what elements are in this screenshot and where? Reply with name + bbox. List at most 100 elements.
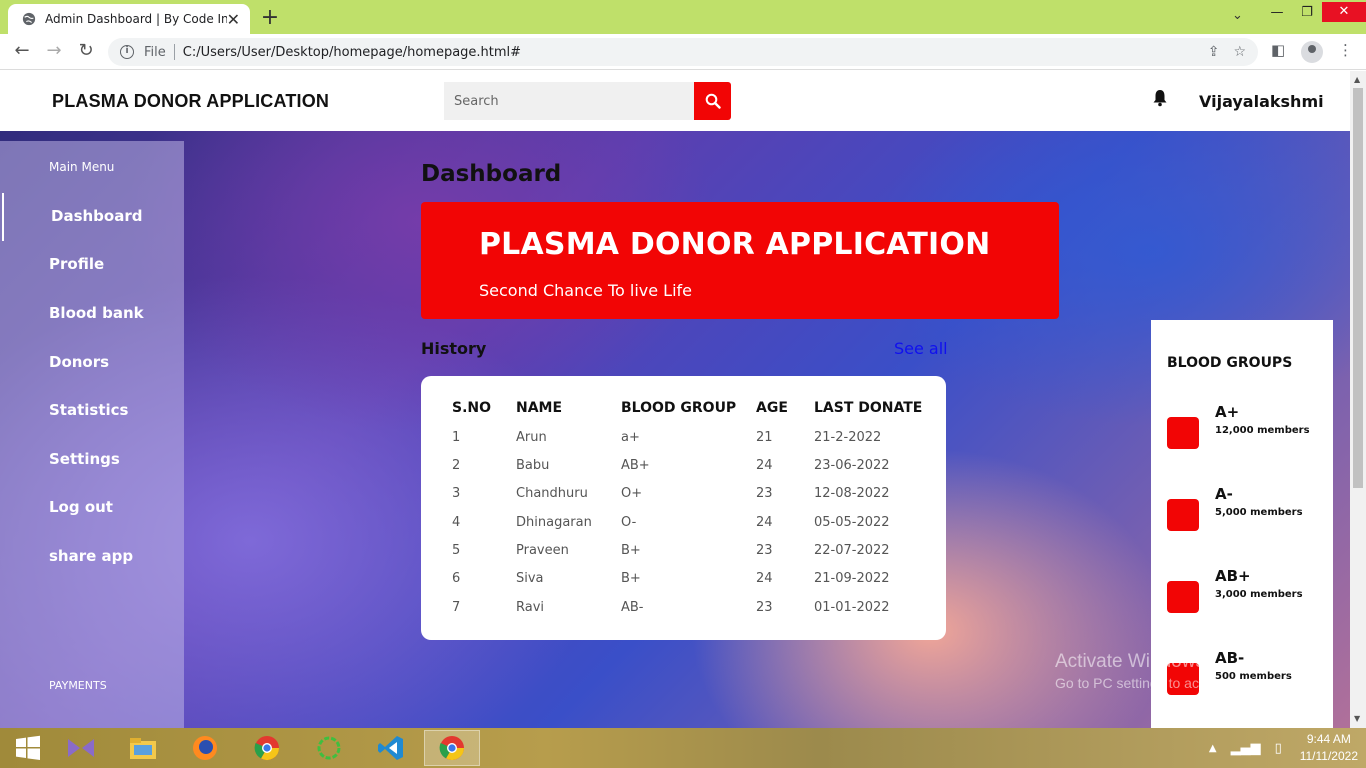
blood-group-name: A+ (1215, 403, 1240, 421)
visual-studio-icon[interactable] (53, 730, 109, 766)
hero-subtitle: Second Chance To live Life (479, 281, 693, 300)
sidebar-item-log-out[interactable]: Log out (49, 498, 113, 516)
close-window-icon[interactable]: ✕ (1322, 2, 1366, 22)
cell-name: Siva (516, 571, 544, 586)
blood-group-item[interactable]: AB+ 3,000 members (1167, 567, 1327, 617)
tab-search-chevron-icon[interactable]: ⌄ (1232, 8, 1243, 23)
new-tab-button[interactable]: + (258, 5, 282, 30)
sidebar-item-dashboard[interactable]: Dashboard (51, 207, 142, 225)
scrollbar-thumb[interactable] (1353, 88, 1363, 488)
taskbar-clock[interactable]: 9:44 AM 11/11/2022 (1300, 731, 1358, 765)
cell-sno: 3 (452, 486, 461, 501)
back-arrow-icon[interactable]: ← (10, 40, 34, 61)
column-header-name: NAME (516, 400, 563, 416)
cell-sno: 1 (452, 430, 461, 445)
restore-icon[interactable]: ❐ (1292, 5, 1322, 20)
url-text[interactable]: C:/Users/User/Desktop/homepage/homepage.… (183, 45, 521, 60)
cell-age: 23 (756, 543, 773, 558)
sidebar-item-donors[interactable]: Donors (49, 353, 109, 371)
side-panel-icon[interactable]: ◧ (1271, 41, 1285, 59)
sidebar-item-settings[interactable]: Settings (49, 450, 120, 468)
cell-last-donate: 01-01-2022 (814, 600, 890, 615)
signal-icon[interactable]: ▂▄▆ (1231, 741, 1261, 756)
scheme-label: File (144, 44, 166, 60)
table-row: 5 Praveen B+ 23 22-07-2022 (421, 543, 946, 571)
cell-last-donate: 05-05-2022 (814, 515, 890, 530)
profile-avatar-icon[interactable] (1301, 41, 1323, 63)
forward-arrow-icon[interactable]: → (42, 40, 66, 61)
sidebar-item-profile[interactable]: Profile (49, 255, 104, 273)
cell-age: 21 (756, 430, 773, 445)
sidebar-item-share-app[interactable]: share app (49, 547, 133, 565)
chrome-active-taskbar-icon[interactable] (424, 730, 480, 766)
ring-glyph (317, 736, 341, 760)
loader-app-icon[interactable] (301, 730, 357, 766)
scroll-down-arrow-icon[interactable]: ▼ (1354, 714, 1360, 723)
cell-name: Ravi (516, 600, 545, 615)
scroll-up-arrow-icon[interactable]: ▲ (1354, 75, 1360, 84)
watermark-line-1: Activate Windows (1055, 651, 1205, 672)
column-header-last-donate: LAST DONATE (814, 400, 923, 416)
username[interactable]: Vijayalakshmi (1199, 92, 1324, 111)
sidebar-item-statistics[interactable]: Statistics (49, 401, 128, 419)
blood-group-item[interactable]: A+ 12,000 members (1167, 403, 1327, 453)
cell-blood-group: a+ (621, 430, 640, 445)
cell-name: Praveen (516, 543, 569, 558)
minimize-icon[interactable]: — (1262, 5, 1292, 20)
blood-group-swatch (1167, 581, 1199, 613)
cell-blood-group: B+ (621, 571, 641, 586)
cell-name: Babu (516, 458, 550, 473)
kebab-menu-icon[interactable]: ⋮ (1338, 41, 1353, 59)
history-table: S.NO NAME BLOOD GROUP AGE LAST DONATE 1 A… (421, 376, 946, 640)
cell-name: Chandhuru (516, 486, 588, 501)
see-all-link[interactable]: See all (894, 339, 948, 358)
cell-sno: 4 (452, 515, 461, 530)
clock-date: 11/11/2022 (1299, 749, 1358, 763)
chrome-taskbar-icon[interactable] (239, 730, 295, 766)
sidebar-footer-payments[interactable]: PAYMENTS (49, 679, 107, 692)
blood-group-item[interactable]: A- 5,000 members (1167, 485, 1327, 535)
omnibox-divider (173, 44, 175, 60)
share-icon[interactable]: ⇪ (1208, 44, 1220, 60)
system-tray: ▲ ▂▄▆ ▯ 9:44 AM 11/11/2022 (1209, 728, 1366, 768)
bell-icon[interactable] (1152, 89, 1168, 107)
cell-blood-group: AB- (621, 600, 644, 615)
folder-glyph (130, 738, 156, 759)
watermark-line-2: Go to PC settings to activate Windows. (1055, 675, 1297, 691)
windows-start-icon[interactable] (0, 730, 56, 766)
file-explorer-icon[interactable] (115, 730, 171, 766)
reload-icon[interactable]: ↻ (74, 40, 98, 61)
search-input[interactable] (444, 82, 694, 120)
close-tab-icon[interactable]: ✕ (227, 10, 240, 29)
search-button[interactable] (694, 82, 731, 120)
page-scrollbar[interactable]: ▲ ▼ (1350, 71, 1366, 728)
firefox-icon[interactable] (177, 730, 233, 766)
omnibox[interactable]: i File C:/Users/User/Desktop/homepage/ho… (108, 38, 1258, 66)
vscode-icon[interactable] (363, 730, 419, 766)
tray-overflow-icon[interactable]: ▲ (1209, 743, 1217, 754)
blood-group-name: AB+ (1215, 567, 1251, 585)
cell-blood-group: O- (621, 515, 637, 530)
blood-group-count: 5,000 members (1215, 507, 1303, 518)
battery-icon[interactable]: ▯ (1275, 741, 1282, 756)
omnibox-actions: ⇪ ☆ (1208, 44, 1246, 60)
blood-group-count: 12,000 members (1215, 425, 1310, 436)
page-title: Dashboard (421, 161, 562, 187)
clock-time: 9:44 AM (1306, 732, 1351, 746)
windows-logo-icon (16, 735, 40, 760)
cell-last-donate: 22-07-2022 (814, 543, 890, 558)
cell-last-donate: 21-09-2022 (814, 571, 890, 586)
cell-age: 23 (756, 486, 773, 501)
sidebar: Main Menu Dashboard Profile Blood bank D… (0, 141, 184, 728)
bookmark-star-icon[interactable]: ☆ (1233, 44, 1246, 60)
window-controls: — ❐ ✕ (1262, 0, 1366, 24)
table-row: 4 Dhinagaran O- 24 05-05-2022 (421, 515, 946, 543)
windows-taskbar: ▲ ▂▄▆ ▯ 9:44 AM 11/11/2022 (0, 728, 1366, 768)
browser-tab[interactable]: Admin Dashboard | By Code Info ✕ (8, 4, 250, 34)
table-row: 3 Chandhuru O+ 23 12-08-2022 (421, 486, 946, 514)
cell-age: 23 (756, 600, 773, 615)
history-heading: History (421, 339, 487, 358)
sidebar-item-blood-bank[interactable]: Blood bank (49, 304, 144, 322)
info-icon[interactable]: i (120, 45, 134, 59)
firefox-glyph (193, 736, 217, 760)
